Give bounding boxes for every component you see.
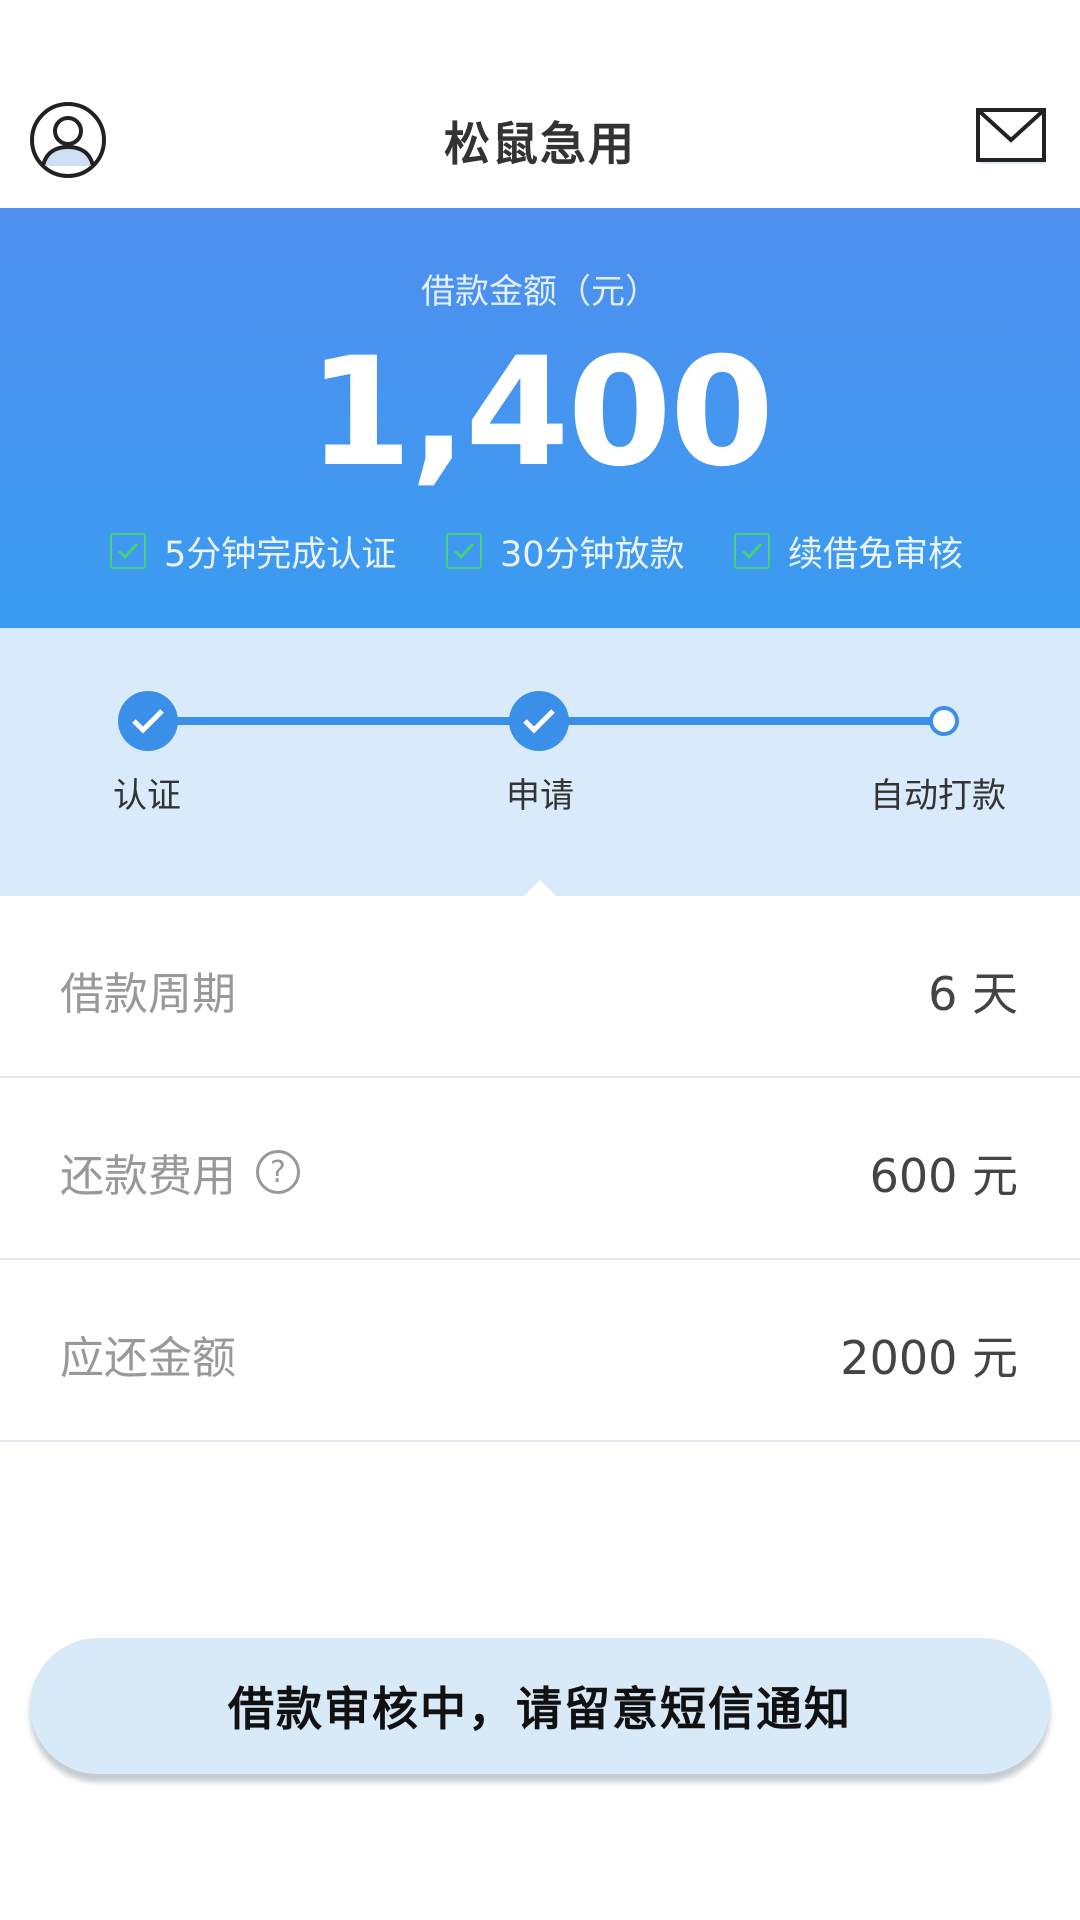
feature-item: 30分钟放款 [446,526,685,576]
checkbox-icon [446,533,482,569]
page-title: 松鼠急用 [444,117,636,171]
feature-text: 5分钟完成认证 [164,534,397,575]
step-label-verify: 认证 [113,776,181,816]
feature-item: 5分钟完成认证 [110,526,396,576]
progress-steps: 认证 申请 自动打款 [0,628,1080,896]
total-label: 应还金额 [60,1333,236,1384]
fee-label: 还款费用 ? [60,1140,300,1204]
period-label: 借款周期 [60,969,236,1020]
step-pending-icon [929,706,959,736]
step-label-apply: 申请 [506,776,574,816]
step-done-icon [509,691,569,751]
feature-list: 5分钟完成认证 30分钟放款 续借免审核 [0,526,1080,576]
feature-text: 30分钟放款 [500,534,685,575]
step-label-payout: 自动打款 [870,776,1006,816]
feature-text: 续借免审核 [788,534,964,575]
review-status-button[interactable]: 借款审核中，请留意短信通知 [30,1638,1050,1774]
feature-item: 续借免审核 [734,526,963,576]
loan-amount: 1,400 [307,326,774,500]
loan-amount-panel: 借款金额（元） 1,400 5分钟完成认证 30分钟放款 续借免审核 [0,208,1080,628]
detail-row-period: 借款周期 6 天 [0,896,1080,1078]
checkbox-icon [110,533,146,569]
mail-button[interactable] [976,106,1048,166]
fee-value: 600 元 [869,1149,1018,1203]
loan-details: 借款周期 6 天 还款费用 ? 600 元 应还金额 2000 元 [0,896,1080,1442]
help-icon[interactable]: ? [256,1150,300,1194]
detail-row-fee: 还款费用 ? 600 元 [0,1078,1080,1260]
mail-icon [976,108,1046,164]
pointer-notch [524,880,556,896]
step-done-icon [118,691,178,751]
top-bar: 松鼠急用 [0,0,1080,208]
detail-row-total: 应还金额 2000 元 [0,1260,1080,1442]
period-value: 6 天 [928,967,1018,1021]
total-value: 2000 元 [840,1331,1018,1385]
amount-label: 借款金额（元） [421,272,659,312]
checkbox-icon [734,533,770,569]
